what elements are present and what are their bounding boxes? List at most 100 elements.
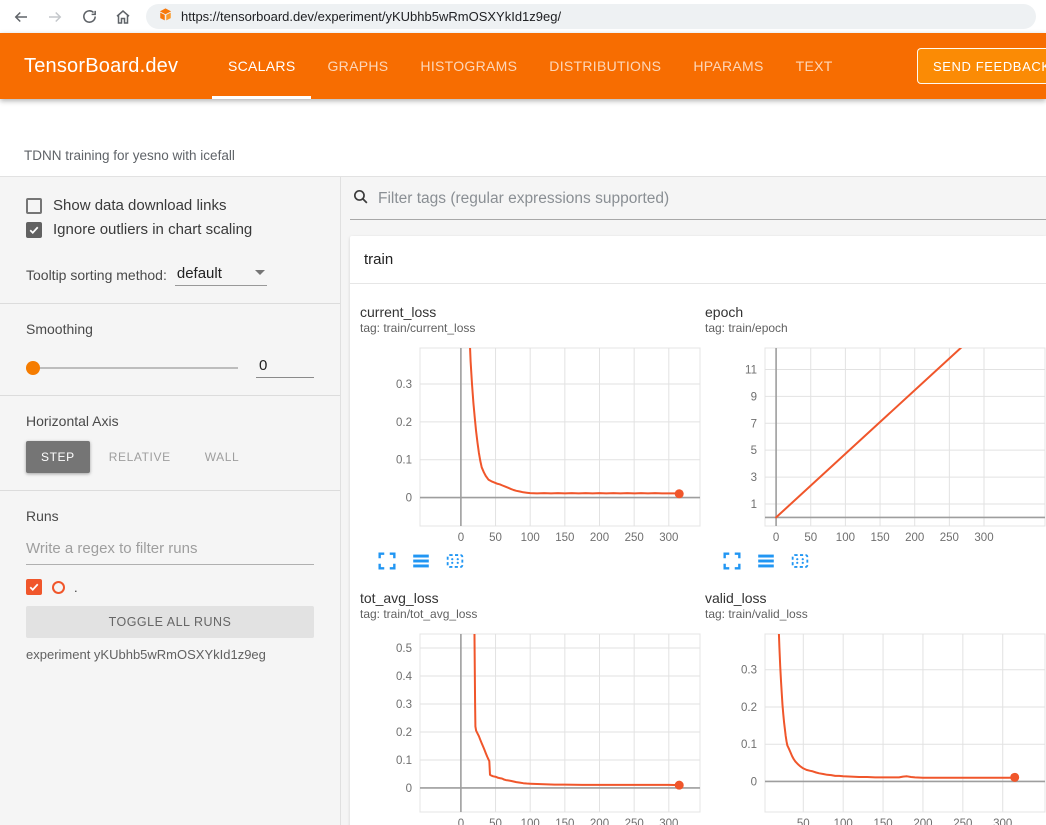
page: https://tensorboard.dev/experiment/yKUbh… bbox=[0, 0, 1046, 825]
ignore-outliers-row: Ignore outliers in chart scaling bbox=[26, 221, 314, 238]
svg-text:50: 50 bbox=[489, 818, 502, 825]
scalar-chart-epoch: epochtag: train/epoch1357911050100150200… bbox=[705, 304, 1046, 572]
svg-text:0.3: 0.3 bbox=[741, 665, 757, 677]
svg-text:150: 150 bbox=[873, 818, 892, 825]
browser-toolbar: https://tensorboard.dev/experiment/yKUbh… bbox=[0, 0, 1046, 33]
svg-text:0.1: 0.1 bbox=[396, 755, 412, 767]
runs-filter-input[interactable] bbox=[26, 534, 314, 565]
svg-text:50: 50 bbox=[804, 532, 817, 544]
svg-text:5: 5 bbox=[751, 445, 757, 457]
chart-plot[interactable]: 1357911050100150200250300 bbox=[705, 342, 1046, 546]
chart-title: current_loss bbox=[360, 304, 705, 320]
expand-chart-icon[interactable] bbox=[721, 550, 743, 572]
svg-text:0.3: 0.3 bbox=[396, 699, 412, 711]
tab-bar: SCALARS GRAPHS HISTOGRAMS DISTRIBUTIONS … bbox=[212, 33, 849, 99]
log-scale-icon[interactable] bbox=[410, 550, 432, 572]
svg-text:200: 200 bbox=[905, 532, 924, 544]
tab-graphs[interactable]: GRAPHS bbox=[311, 33, 404, 99]
chart-tag: tag: train/epoch bbox=[705, 321, 1046, 335]
filter-tags-input[interactable] bbox=[378, 190, 1044, 208]
svg-text:150: 150 bbox=[555, 532, 574, 544]
smoothing-label: Smoothing bbox=[26, 321, 314, 337]
svg-text:0: 0 bbox=[773, 532, 779, 544]
tab-hparams[interactable]: HPARAMS bbox=[677, 33, 779, 99]
chart-grid: current_losstag: train/current_loss 0 0.1 0… bbox=[350, 284, 1046, 825]
scalar-chart-tot_avg_loss: tot_avg_losstag: train/tot_avg_loss00.10… bbox=[360, 590, 705, 825]
log-scale-icon[interactable] bbox=[755, 550, 777, 572]
svg-text:7: 7 bbox=[751, 418, 757, 430]
chart-tag: tag: train/current_loss bbox=[360, 321, 705, 335]
svg-text:0.3: 0.3 bbox=[396, 379, 412, 391]
tooltip-sorting-value: default bbox=[177, 265, 222, 282]
smoothing-slider-thumb[interactable] bbox=[26, 361, 40, 375]
section-title[interactable]: train bbox=[350, 236, 1046, 284]
svg-text:150: 150 bbox=[870, 532, 889, 544]
run-list-item: . bbox=[26, 579, 314, 595]
svg-text:0: 0 bbox=[406, 493, 412, 505]
chart-actions bbox=[360, 550, 705, 572]
svg-text:0.1: 0.1 bbox=[741, 739, 757, 751]
sidebar-divider bbox=[0, 303, 340, 304]
tab-distributions[interactable]: DISTRIBUTIONS bbox=[533, 33, 677, 99]
show-download-links-row: Show data download links bbox=[26, 197, 314, 214]
fit-domain-icon[interactable] bbox=[444, 550, 466, 572]
svg-text:250: 250 bbox=[625, 818, 644, 825]
svg-text:250: 250 bbox=[940, 532, 959, 544]
smoothing-slider[interactable] bbox=[26, 367, 238, 369]
svg-text:50: 50 bbox=[489, 532, 502, 544]
train-section-card: train current_losstag: train/current_los… bbox=[350, 236, 1046, 825]
svg-text:300: 300 bbox=[659, 532, 678, 544]
tab-scalars[interactable]: SCALARS bbox=[212, 33, 311, 99]
tab-text[interactable]: TEXT bbox=[780, 33, 849, 99]
axis-step-button[interactable]: STEP bbox=[26, 441, 90, 473]
run-checkbox[interactable] bbox=[26, 579, 42, 595]
chart-title: valid_loss bbox=[705, 590, 1046, 606]
svg-text:0: 0 bbox=[458, 818, 464, 825]
chart-actions bbox=[705, 550, 1046, 572]
show-download-links-checkbox[interactable] bbox=[26, 198, 42, 214]
search-icon bbox=[352, 188, 369, 210]
svg-text:300: 300 bbox=[974, 532, 993, 544]
back-icon[interactable] bbox=[6, 3, 36, 31]
chevron-down-icon bbox=[255, 270, 265, 275]
app-header: TensorBoard.dev SCALARS GRAPHS HISTOGRAM… bbox=[0, 33, 1046, 99]
svg-text:250: 250 bbox=[953, 818, 972, 825]
main-content: train current_losstag: train/current_los… bbox=[341, 177, 1046, 825]
expand-chart-icon[interactable] bbox=[376, 550, 398, 572]
svg-text:1: 1 bbox=[751, 499, 757, 511]
fit-domain-icon[interactable] bbox=[789, 550, 811, 572]
tooltip-sorting-select[interactable]: default bbox=[175, 265, 267, 286]
svg-text:0: 0 bbox=[458, 532, 464, 544]
experiment-caption: experiment yKUbhb5wRmOSXYkId1z9eg bbox=[26, 647, 314, 662]
tab-histograms[interactable]: HISTOGRAMS bbox=[404, 33, 533, 99]
svg-text:0: 0 bbox=[751, 777, 757, 789]
reload-icon[interactable] bbox=[74, 3, 104, 31]
home-icon[interactable] bbox=[108, 3, 138, 31]
filter-tags-row bbox=[350, 185, 1046, 220]
ignore-outliers-checkbox[interactable] bbox=[26, 222, 42, 238]
ignore-outliers-label: Ignore outliers in chart scaling bbox=[53, 221, 252, 238]
toggle-all-runs-button[interactable]: TOGGLE ALL RUNS bbox=[26, 606, 314, 638]
scalar-chart-valid_loss: valid_losstag: train/valid_loss 0 0.1 0.2 0.… bbox=[705, 590, 1046, 825]
run-color-circle-icon[interactable] bbox=[52, 581, 65, 594]
chart-tag: tag: train/valid_loss bbox=[705, 607, 1046, 621]
forward-icon[interactable] bbox=[40, 3, 70, 31]
axis-wall-button[interactable]: WALL bbox=[190, 441, 255, 473]
svg-text:9: 9 bbox=[751, 391, 757, 403]
chart-plot[interactable]: 00.10.20.350100150200250300 bbox=[705, 628, 1046, 825]
svg-text:0.2: 0.2 bbox=[741, 702, 757, 714]
axis-relative-button[interactable]: RELATIVE bbox=[94, 441, 186, 473]
svg-text:0.2: 0.2 bbox=[396, 417, 412, 429]
url-bar[interactable]: https://tensorboard.dev/experiment/yKUbh… bbox=[146, 4, 1036, 29]
svg-text:0: 0 bbox=[406, 783, 412, 795]
svg-text:200: 200 bbox=[590, 532, 609, 544]
chart-plot[interactable]: 00.10.20.30.40.5050100150200250300 bbox=[360, 628, 705, 825]
smoothing-value-field[interactable]: 0 bbox=[256, 357, 314, 378]
svg-text:250: 250 bbox=[625, 532, 644, 544]
send-feedback-button[interactable]: SEND FEEDBACK bbox=[917, 48, 1046, 84]
chart-plot[interactable]: 00.10.20.3050100150200250300 bbox=[360, 342, 705, 546]
chart-title: tot_avg_loss bbox=[360, 590, 705, 606]
sidebar-divider bbox=[0, 490, 340, 491]
svg-text:300: 300 bbox=[993, 818, 1012, 825]
app-logo: TensorBoard.dev bbox=[24, 55, 196, 78]
